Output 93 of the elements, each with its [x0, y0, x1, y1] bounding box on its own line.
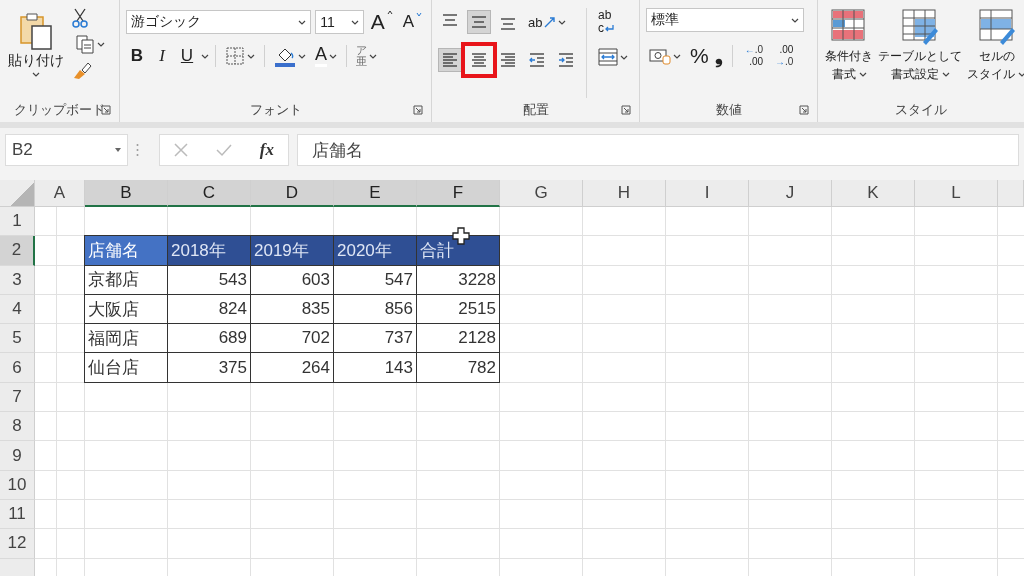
scissors-icon[interactable] [72, 8, 88, 28]
underline-button[interactable]: U [176, 46, 198, 66]
font-name-dropdown[interactable]: 游ゴシック [126, 10, 312, 34]
decrease-font-button[interactable]: A [399, 10, 425, 34]
phonetic-button[interactable]: ア 亜 [353, 43, 380, 69]
check-icon[interactable] [215, 143, 232, 157]
table-cell: 2020年 [333, 235, 417, 266]
caret-icon [620, 54, 628, 60]
table-cell: 店舗名 [84, 235, 168, 266]
caret-icon [97, 41, 105, 47]
caret-icon [386, 10, 393, 15]
caret-icon [1018, 71, 1024, 77]
table-cell: 合計 [416, 235, 500, 266]
table-cell: 仙台店 [84, 352, 168, 383]
vertical-align-button[interactable] [467, 10, 491, 34]
column-header[interactable]: H [583, 180, 666, 207]
dialog-launcher-icon[interactable] [413, 105, 423, 115]
caret-icon [369, 53, 377, 59]
table-cell: 2018年 [167, 235, 251, 266]
column-header[interactable]: F [417, 180, 500, 207]
comma-style-button[interactable]: ❟ [714, 44, 723, 68]
caret-icon [350, 19, 359, 25]
column-header[interactable]: J [749, 180, 832, 207]
caret-icon [673, 53, 681, 59]
bold-button[interactable]: B [126, 46, 148, 66]
horizontal-align-button[interactable] [438, 48, 462, 72]
group-label: スタイル [895, 101, 947, 119]
increase-font-button[interactable]: A [367, 8, 396, 36]
return-arrow-icon [604, 24, 614, 33]
borders-icon [225, 46, 245, 66]
dialog-launcher-icon[interactable] [101, 105, 111, 115]
column-header[interactable]: C [168, 180, 251, 207]
caret-icon [791, 17, 799, 23]
arrow-icon [544, 16, 557, 28]
caret-icon [558, 19, 567, 25]
caret-icon [32, 72, 40, 77]
wrap-text-button[interactable]: ab c [595, 8, 631, 36]
style-button[interactable]: 条件付き 書式 [824, 8, 874, 98]
paste-button[interactable]: 貼り付け [6, 8, 66, 98]
group-label: 配置 [522, 101, 549, 119]
caret-icon [298, 19, 307, 25]
group-label: 数値 [715, 101, 742, 119]
column-header[interactable]: I [666, 180, 749, 207]
align-center-icon [470, 51, 488, 69]
orientation-button[interactable]: ab [525, 12, 570, 32]
italic-button[interactable]: I [151, 46, 173, 66]
column-header[interactable]: L [915, 180, 998, 207]
align-middle-icon [470, 13, 488, 31]
caret-icon [201, 53, 209, 59]
formula-field[interactable]: 店舗名 [297, 134, 1019, 166]
table-cell: 2019年 [250, 235, 334, 266]
clipboard-icon [19, 12, 53, 50]
row-header[interactable]: 2 [0, 236, 35, 266]
font-size-dropdown[interactable]: 11 [315, 10, 364, 34]
caret-icon [329, 53, 337, 59]
percent-style-button[interactable]: % [690, 44, 709, 68]
merge-icon [598, 48, 618, 66]
cell-style-icon [977, 8, 1016, 46]
align-left-icon [441, 51, 459, 69]
caret-icon [858, 71, 867, 77]
increase-indent-icon [557, 51, 575, 69]
insert-function-button[interactable]: fx [259, 140, 274, 160]
caret-icon [941, 71, 950, 77]
name-box[interactable]: B2 [5, 134, 128, 166]
drag-handle-icon[interactable] [136, 143, 139, 157]
number-format-dropdown[interactable]: 標準 [646, 8, 804, 32]
column-header[interactable]: B [85, 180, 168, 207]
caret-icon [416, 12, 422, 17]
dialog-launcher-icon[interactable] [621, 105, 631, 115]
column-header[interactable]: D [251, 180, 334, 207]
column-header[interactable]: A [35, 180, 85, 207]
group-label: クリップボード [14, 101, 105, 119]
style-button[interactable]: セルの スタイル [966, 8, 1024, 98]
column-header[interactable]: K [832, 180, 915, 207]
decrease-indent-icon [528, 51, 546, 69]
table-format-icon [901, 8, 939, 46]
format-painter-icon[interactable] [72, 60, 92, 80]
currency-icon [649, 47, 671, 65]
dropdown-icon [115, 148, 121, 152]
style-button[interactable]: テーブルとして 書式設定 [877, 8, 963, 98]
caret-icon [298, 53, 306, 59]
column-header[interactable]: E [334, 180, 417, 207]
column-header[interactable]: G [500, 180, 583, 207]
table-cell: 782 [416, 352, 500, 383]
increase-decimal-button[interactable]: ←.0 .00 [741, 43, 767, 69]
group-label: フォント [249, 101, 302, 119]
copy-icon [75, 34, 95, 54]
dialog-launcher-icon[interactable] [799, 105, 809, 115]
decrease-decimal-button[interactable]: .00 →.0 [772, 43, 797, 69]
align-right-icon [499, 51, 517, 69]
caret-icon [247, 53, 255, 59]
font-color-button[interactable]: A [312, 43, 340, 69]
cursor-icon [452, 227, 470, 245]
